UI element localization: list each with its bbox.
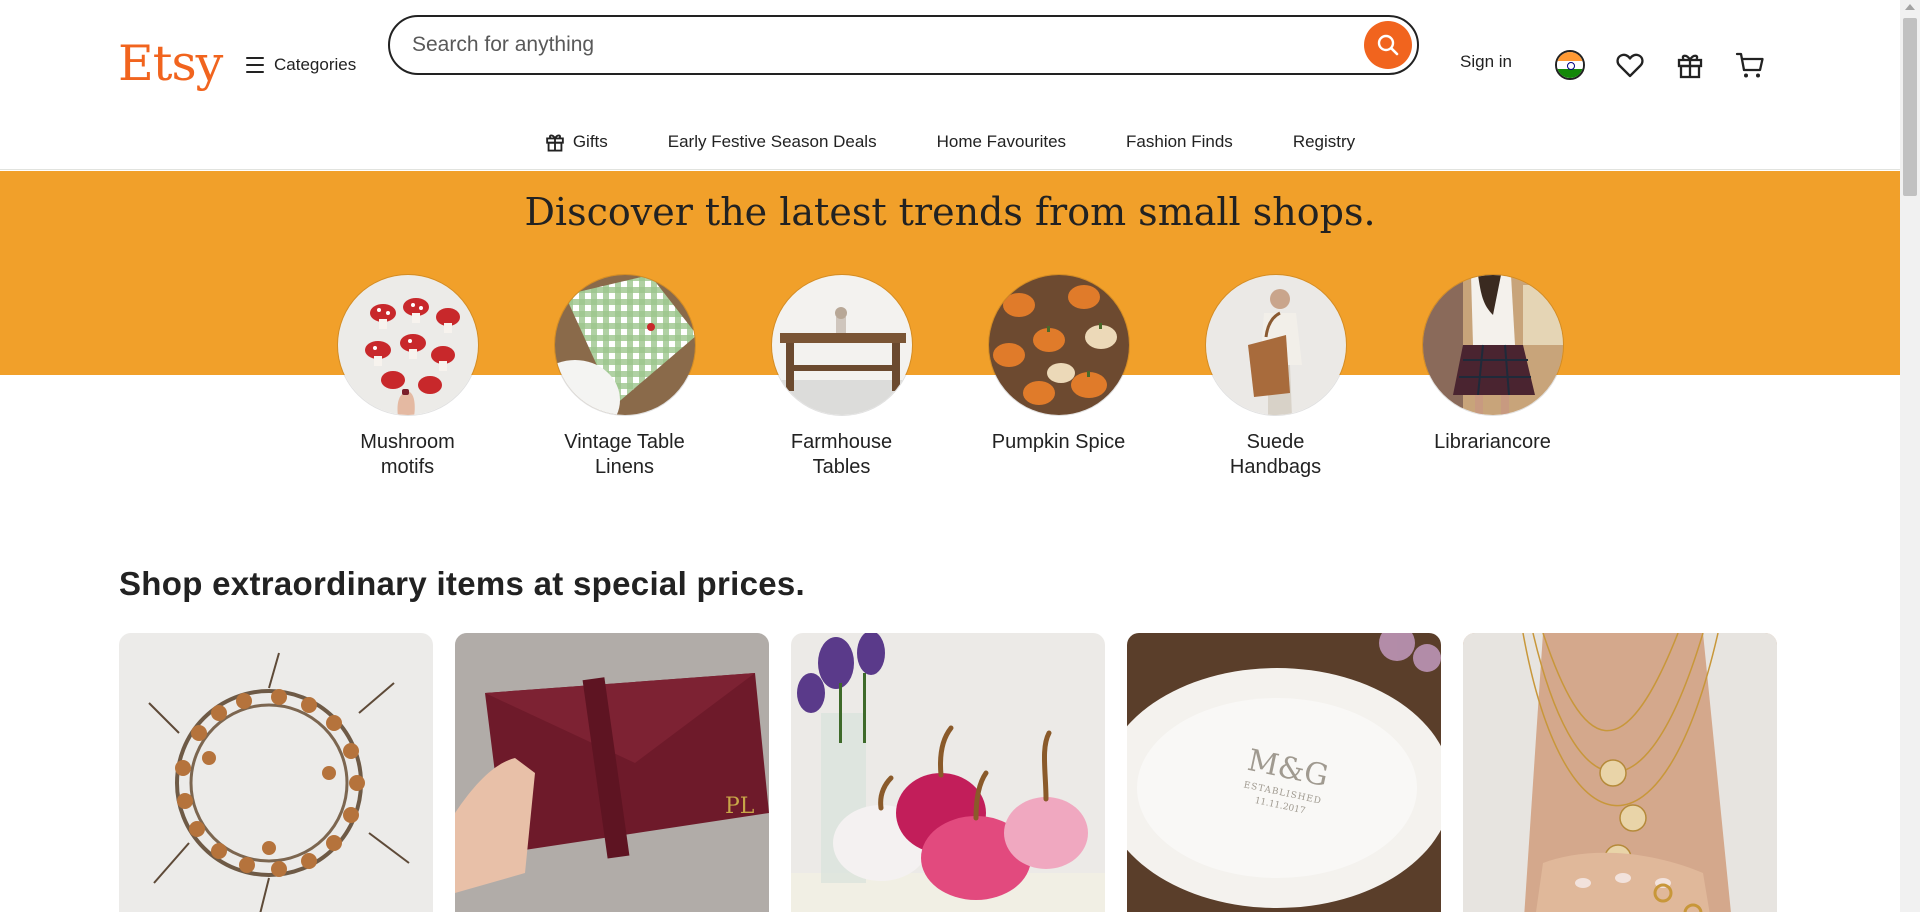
nav-item-label: Home Favourites — [936, 132, 1067, 151]
product-image: PL — [455, 633, 769, 912]
product-image — [791, 633, 1105, 912]
search-button[interactable] — [1364, 21, 1412, 69]
trend-farmhouse-tables[interactable]: Farmhouse Tables — [770, 274, 913, 480]
hero-title: Discover the latest trends from small sh… — [524, 190, 1376, 234]
search-input[interactable] — [412, 29, 1312, 61]
nav-item-festive-deals[interactable]: Early Festive Season Deals — [638, 130, 907, 154]
deal-card-leather-clutch[interactable]: PL — [455, 633, 769, 912]
hamburger-icon — [246, 57, 264, 73]
etsy-logo[interactable]: Etsy — [118, 34, 223, 94]
nav-item-home-favourites[interactable]: Home Favourites — [907, 130, 1096, 154]
scrollbar-thumb[interactable] — [1903, 18, 1917, 196]
nav-item-label: Gifts — [572, 132, 608, 151]
india-flag-icon — [1555, 50, 1585, 80]
trend-image — [553, 274, 696, 416]
search-bar — [388, 15, 1419, 75]
trend-label: Pumpkin Spice — [991, 431, 1126, 453]
sign-in-link[interactable]: Sign in — [1460, 52, 1512, 72]
nav-item-fashion-finds[interactable]: Fashion Finds — [1096, 130, 1263, 154]
deal-card-velvet-pumpkins[interactable] — [791, 633, 1105, 912]
favourites-button[interactable] — [1611, 46, 1649, 84]
trend-image — [1204, 274, 1347, 416]
trend-label: Farmhouse Tables — [790, 431, 893, 478]
trend-suede-handbags[interactable]: Suede Handbags — [1204, 274, 1347, 480]
trend-pumpkin-spice[interactable]: Pumpkin Spice — [987, 274, 1130, 480]
trend-label: Vintage Table Linens — [564, 431, 685, 478]
site-header: Etsy Categories Sign in — [0, 0, 1900, 170]
categories-button[interactable]: Categories — [246, 50, 356, 80]
deal-card-coin-necklaces[interactable] — [1463, 633, 1777, 912]
cart-icon — [1735, 52, 1764, 78]
trend-mushroom-motifs[interactable]: Mushroom motifs — [336, 274, 479, 480]
gift-mode-button[interactable] — [1671, 46, 1709, 84]
deal-card-berry-wreath[interactable] — [119, 633, 433, 912]
trend-image — [770, 274, 913, 416]
product-image: M&G ESTABLISHED 11.11.2017 — [1127, 633, 1441, 912]
trend-label: Suede Handbags — [1229, 431, 1322, 478]
trend-librariancore[interactable]: Librariancore — [1421, 274, 1564, 480]
category-nav: Gifts Early Festive Season Deals Home Fa… — [0, 130, 1900, 154]
scroll-up-arrow-icon[interactable] — [1905, 4, 1915, 10]
product-image — [119, 633, 433, 912]
deals-section-title: Shop extraordinary items at special pric… — [119, 565, 805, 602]
trend-label: Librariancore — [1434, 431, 1551, 453]
heart-icon — [1616, 53, 1644, 78]
product-image — [1463, 633, 1777, 912]
nav-item-label: Registry — [1292, 132, 1356, 151]
trend-image — [1421, 274, 1564, 416]
trend-image — [987, 274, 1130, 416]
page-scrollbar[interactable] — [1900, 0, 1920, 912]
cart-button[interactable] — [1731, 46, 1769, 84]
trend-image — [336, 274, 479, 416]
trend-label: Mushroom motifs — [360, 431, 455, 478]
nav-item-label: Fashion Finds — [1126, 132, 1233, 151]
categories-label: Categories — [274, 55, 357, 74]
monogram-text: PL — [725, 794, 755, 819]
region-selector[interactable] — [1551, 46, 1589, 84]
nav-item-gifts[interactable]: Gifts — [515, 130, 638, 154]
deal-card-ceramic-platter[interactable]: M&G ESTABLISHED 11.11.2017 — [1127, 633, 1441, 912]
trend-vintage-table-linens[interactable]: Vintage Table Linens — [553, 274, 696, 480]
gift-icon — [546, 134, 564, 152]
nav-item-registry[interactable]: Registry — [1263, 130, 1385, 154]
nav-item-label: Early Festive Season Deals — [667, 132, 877, 151]
search-icon — [1377, 34, 1399, 56]
deals-grid: PL M&G ESTABLISHED 11.11.2017 — [119, 633, 1777, 912]
trend-circles: Mushroom motifs Vintage Table Linens Far… — [0, 274, 1900, 480]
gift-icon — [1677, 54, 1703, 79]
